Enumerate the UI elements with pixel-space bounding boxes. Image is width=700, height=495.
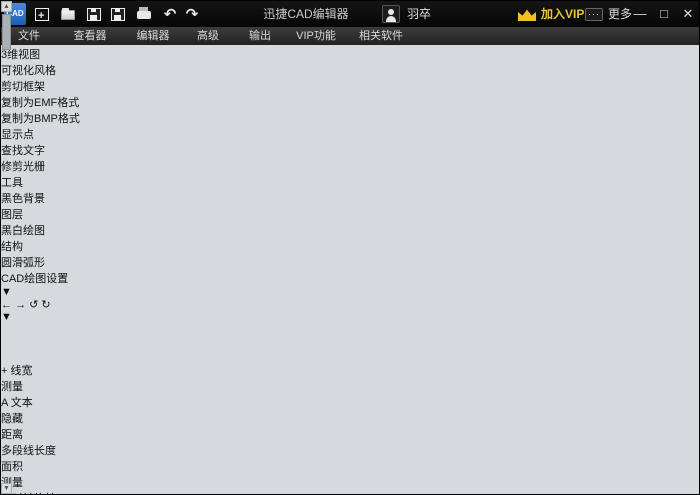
find-text-button[interactable]: 查找文字: [1, 142, 63, 158]
menu-item-6[interactable]: 相关软件: [349, 28, 413, 44]
tooltip-clockwise-rotate: 顺时针旋转 将加载的图片沿z轴顺时针旋转 90度: [1, 490, 699, 494]
menu-item-1[interactable]: 查看器: [59, 28, 121, 44]
menu-item-5[interactable]: VIP功能: [287, 28, 345, 44]
next-view-icon[interactable]: →: [15, 299, 26, 311]
maximize-button[interactable]: □: [653, 1, 675, 27]
group-label-tools: 工具: [1, 177, 23, 189]
username[interactable]: 羽卒: [407, 1, 431, 27]
previous-view-icon[interactable]: ←: [1, 299, 12, 311]
close-button[interactable]: ✕: [677, 1, 699, 27]
print-icon[interactable]: [133, 3, 155, 25]
menu-item-4[interactable]: 输出: [237, 28, 283, 44]
polyline-length-button[interactable]: 多段线长度: [1, 442, 71, 458]
join-vip-button[interactable]: 加入VIP: [541, 1, 584, 27]
open-icon[interactable]: [57, 3, 79, 25]
rotate-view-icon[interactable]: ↺: [29, 299, 38, 311]
scroll-down-icon[interactable]: ▼: [1, 483, 12, 494]
menu-bar: 文件 查看器 编辑器 高级 输出 VIP功能 相关软件: [1, 27, 699, 45]
measure-toggle-button[interactable]: 测量: [1, 378, 49, 394]
zoom-in-dropdown-chevron[interactable]: ▼: [1, 286, 12, 298]
layers-button[interactable]: 图层: [1, 206, 39, 222]
text-toggle-button[interactable]: A 文本: [1, 394, 47, 410]
zoom-out-dropdown-chevron[interactable]: ▼: [1, 311, 12, 323]
group-label-visual-style: 可视化风格: [1, 65, 56, 77]
app-title: 迅捷CAD编辑器: [263, 7, 349, 21]
crown-icon: [518, 9, 536, 21]
scrollbar-thumb[interactable]: [2, 14, 11, 50]
cad-editor-window: CAD ↶↷ 迅捷CAD编辑器 羽卒 加入VIP ··· 更多 — □ ✕ 文件…: [0, 0, 700, 495]
distance-button[interactable]: 距离: [1, 426, 53, 442]
more-dots-icon[interactable]: ···: [585, 8, 603, 21]
group-label-cad-settings: CAD绘图设置: [1, 273, 69, 285]
text-icon: A: [1, 397, 8, 409]
trim-raster-button: 修剪光栅: [1, 161, 45, 173]
structure-button[interactable]: 结构: [1, 238, 39, 254]
title-bar: CAD ↶↷ 迅捷CAD编辑器 羽卒 加入VIP ··· 更多 — □ ✕: [1, 1, 699, 27]
user-avatar-icon[interactable]: [382, 5, 400, 23]
view-3d-button[interactable]: 3维视图: [1, 46, 68, 62]
line-width-button[interactable]: + 线宽: [1, 362, 47, 378]
bw-drawing-button[interactable]: 黑白绘图: [1, 222, 65, 238]
menu-item-3[interactable]: 高级: [185, 28, 231, 44]
line-width-icon: +: [1, 365, 8, 377]
tooltip-title: 顺时针旋转: [1, 490, 699, 494]
highlight-box-ccw: [1, 323, 26, 342]
black-background-button[interactable]: 黑色背景: [1, 190, 65, 206]
ribbon: 2维线框 3维视图 可视化风格 剪切框架 复制为EMF格式 复制为BMP格式 显…: [1, 30, 699, 490]
minimize-button[interactable]: —: [629, 1, 651, 27]
save-as-icon[interactable]: [107, 3, 129, 25]
smooth-arc-button[interactable]: 圆滑弧形: [1, 254, 69, 270]
group-label-hide: 隐藏: [1, 413, 23, 425]
rotate-view-disabled-icon: ↻: [41, 299, 51, 311]
group-label-measure: 测量: [1, 477, 23, 489]
highlight-box-cw: [1, 342, 26, 362]
area-button[interactable]: 面积: [1, 458, 53, 474]
show-points-button[interactable]: 显示点: [1, 126, 61, 142]
save-icon[interactable]: [83, 3, 105, 25]
clip-frame-button[interactable]: 剪切框架: [1, 78, 79, 94]
redo-icon[interactable]: ↷: [181, 3, 203, 25]
menu-item-2[interactable]: 编辑器: [125, 28, 181, 44]
scroll-up-icon[interactable]: ▲: [1, 1, 12, 12]
copy-emf-button[interactable]: 复制为EMF格式: [1, 94, 109, 110]
copy-bmp-button[interactable]: 复制为BMP格式: [1, 110, 109, 126]
new-icon[interactable]: [31, 3, 53, 27]
undo-icon[interactable]: ↶: [159, 3, 181, 25]
